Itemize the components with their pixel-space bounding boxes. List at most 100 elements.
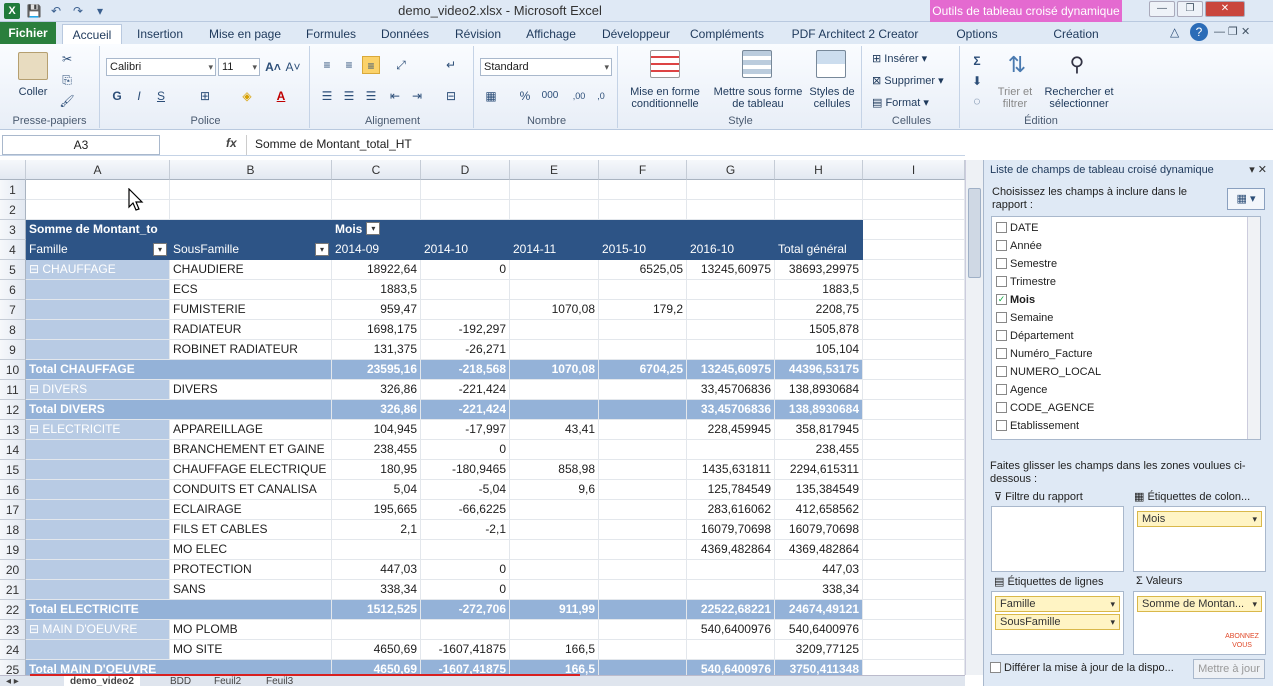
grid-cell[interactable] bbox=[687, 180, 775, 200]
value-cell[interactable]: 4369,482864 bbox=[687, 540, 775, 560]
grid-cell[interactable] bbox=[863, 600, 965, 620]
value-cell[interactable]: -17,997 bbox=[421, 420, 510, 440]
grid-cell[interactable] bbox=[599, 200, 687, 220]
grid-cell[interactable] bbox=[863, 420, 965, 440]
sousfamille-cell[interactable]: ECS bbox=[170, 280, 332, 300]
value-cell[interactable]: 326,86 bbox=[332, 380, 421, 400]
tab-mise-en-page[interactable]: Mise en page bbox=[204, 24, 286, 44]
row-labels-zone[interactable]: Famille SousFamille bbox=[991, 591, 1124, 655]
value-cell[interactable]: -1607,41875 bbox=[421, 640, 510, 660]
value-cell[interactable] bbox=[510, 440, 599, 460]
checkbox-icon[interactable] bbox=[996, 257, 1007, 269]
sousfamille-cell[interactable]: MO PLOMB bbox=[170, 620, 332, 640]
sousfamille-cell[interactable]: BRANCHEMENT ET GAINE bbox=[170, 440, 332, 460]
pane-close-icon[interactable]: ▾ ✕ bbox=[1249, 163, 1267, 176]
value-cell[interactable] bbox=[599, 500, 687, 520]
scroll-thumb[interactable] bbox=[968, 188, 981, 278]
value-cell[interactable]: 16079,70698 bbox=[687, 520, 775, 540]
field-layout-icon[interactable]: ▦ ▾ bbox=[1227, 188, 1265, 210]
format-cells-button[interactable]: ▤ Format ▾ bbox=[872, 96, 929, 109]
borders-icon[interactable]: ⊞ bbox=[196, 87, 214, 105]
format-as-table-icon[interactable] bbox=[742, 50, 772, 78]
value-cell[interactable]: 1505,878 bbox=[775, 320, 863, 340]
row-header[interactable]: 21 bbox=[0, 580, 26, 600]
field-item[interactable]: Année bbox=[996, 237, 1042, 255]
grid-cell[interactable] bbox=[863, 520, 965, 540]
column-header[interactable]: H bbox=[775, 160, 863, 180]
value-cell[interactable]: 238,455 bbox=[332, 440, 421, 460]
total-value[interactable]: 166,5 bbox=[510, 660, 599, 675]
formula-input[interactable]: Somme de Montant_total_HT bbox=[246, 135, 962, 155]
row-header[interactable]: 3 bbox=[0, 220, 26, 240]
value-cell[interactable]: 9,6 bbox=[510, 480, 599, 500]
value-cell[interactable]: 358,817945 bbox=[775, 420, 863, 440]
total-value[interactable]: 326,86 bbox=[332, 400, 421, 420]
value-cell[interactable] bbox=[421, 300, 510, 320]
sousfamille-header[interactable]: SousFamille ▾ bbox=[170, 240, 332, 260]
value-cell[interactable]: 131,375 bbox=[332, 340, 421, 360]
grid-cell[interactable] bbox=[863, 380, 965, 400]
row-header[interactable]: 17 bbox=[0, 500, 26, 520]
tab-affichage[interactable]: Affichage bbox=[518, 24, 584, 44]
value-cell[interactable] bbox=[332, 540, 421, 560]
number-format-combo[interactable]: Standard bbox=[480, 58, 612, 76]
total-value[interactable]: 1070,08 bbox=[510, 360, 599, 380]
value-cell[interactable] bbox=[510, 540, 599, 560]
total-value[interactable]: 33,45706836 bbox=[687, 400, 775, 420]
checkbox-icon[interactable] bbox=[996, 239, 1007, 251]
grid-cell[interactable] bbox=[687, 200, 775, 220]
value-cell[interactable]: 180,95 bbox=[332, 460, 421, 480]
value-cell[interactable]: 2208,75 bbox=[775, 300, 863, 320]
field-list-scrollbar[interactable] bbox=[1247, 217, 1260, 439]
thousands-button[interactable]: 000 bbox=[538, 87, 562, 105]
grid-cell[interactable] bbox=[170, 180, 332, 200]
row-header[interactable]: 5 bbox=[0, 260, 26, 280]
checkbox-icon[interactable] bbox=[996, 419, 1007, 431]
total-value[interactable]: 911,99 bbox=[510, 600, 599, 620]
row-header[interactable]: 6 bbox=[0, 280, 26, 300]
checkbox-icon[interactable] bbox=[996, 311, 1007, 323]
align-left-icon[interactable]: ☰ bbox=[318, 87, 336, 105]
grid-cell[interactable] bbox=[863, 500, 965, 520]
month-header[interactable]: 2014-11 bbox=[510, 240, 599, 260]
tab-creation[interactable]: Création bbox=[1040, 24, 1112, 44]
tab-accueil[interactable]: Accueil bbox=[62, 24, 122, 44]
tab-insertion[interactable]: Insertion bbox=[130, 24, 190, 44]
increase-indent-icon[interactable]: ⇥ bbox=[408, 87, 426, 105]
value-cell[interactable]: 6525,05 bbox=[599, 260, 687, 280]
value-cell[interactable]: 540,6400976 bbox=[775, 620, 863, 640]
grid-cell[interactable] bbox=[863, 220, 965, 240]
field-item[interactable]: Trimestre bbox=[996, 273, 1056, 291]
grid-cell[interactable] bbox=[421, 200, 510, 220]
value-cell[interactable] bbox=[687, 440, 775, 460]
align-bottom-icon[interactable]: ≡ bbox=[362, 56, 380, 74]
total-value[interactable] bbox=[599, 660, 687, 675]
value-cell[interactable]: 195,665 bbox=[332, 500, 421, 520]
value-cell[interactable]: 3209,77125 bbox=[775, 640, 863, 660]
pivot-values-label[interactable]: Somme de Montant_to bbox=[26, 220, 332, 240]
famille-cell[interactable]: ⊟ MAIN D'OEUVRE bbox=[26, 620, 170, 640]
value-field-somme[interactable]: Somme de Montan... bbox=[1137, 596, 1262, 612]
format-as-table-button[interactable]: Mettre sous forme de tableau bbox=[710, 86, 806, 110]
align-middle-icon[interactable]: ≡ bbox=[340, 56, 358, 74]
checkbox-icon[interactable] bbox=[996, 347, 1007, 359]
paste-button[interactable]: Coller bbox=[10, 86, 56, 98]
cell-styles-button[interactable]: Styles de cellules bbox=[806, 86, 858, 110]
row-header[interactable]: 13 bbox=[0, 420, 26, 440]
conditional-format-button[interactable]: Mise en forme conditionnelle bbox=[624, 86, 706, 110]
worksheet-grid[interactable]: A B C D E F G H I 1 2 3 4 5 6 7 8 9 10 11 12 13 14 15 16 17 18 19 20… bbox=[0, 160, 965, 675]
sousfamille-cell[interactable]: CHAUFFAGE ELECTRIQUE bbox=[170, 460, 332, 480]
field-item[interactable]: Agence bbox=[996, 381, 1047, 399]
grid-cell[interactable] bbox=[421, 180, 510, 200]
font-name-combo[interactable]: Calibri bbox=[106, 58, 216, 76]
value-cell[interactable]: 1883,5 bbox=[332, 280, 421, 300]
value-cell[interactable]: 0 bbox=[421, 260, 510, 280]
grid-cell[interactable] bbox=[863, 340, 965, 360]
align-top-icon[interactable]: ≡ bbox=[318, 56, 336, 74]
defer-checkbox-box[interactable] bbox=[990, 661, 1001, 673]
underline-button[interactable]: S bbox=[152, 87, 170, 105]
grid-cell[interactable] bbox=[863, 640, 965, 660]
checkbox-icon[interactable] bbox=[996, 383, 1007, 395]
value-cell[interactable] bbox=[510, 280, 599, 300]
value-cell[interactable]: 16079,70698 bbox=[775, 520, 863, 540]
